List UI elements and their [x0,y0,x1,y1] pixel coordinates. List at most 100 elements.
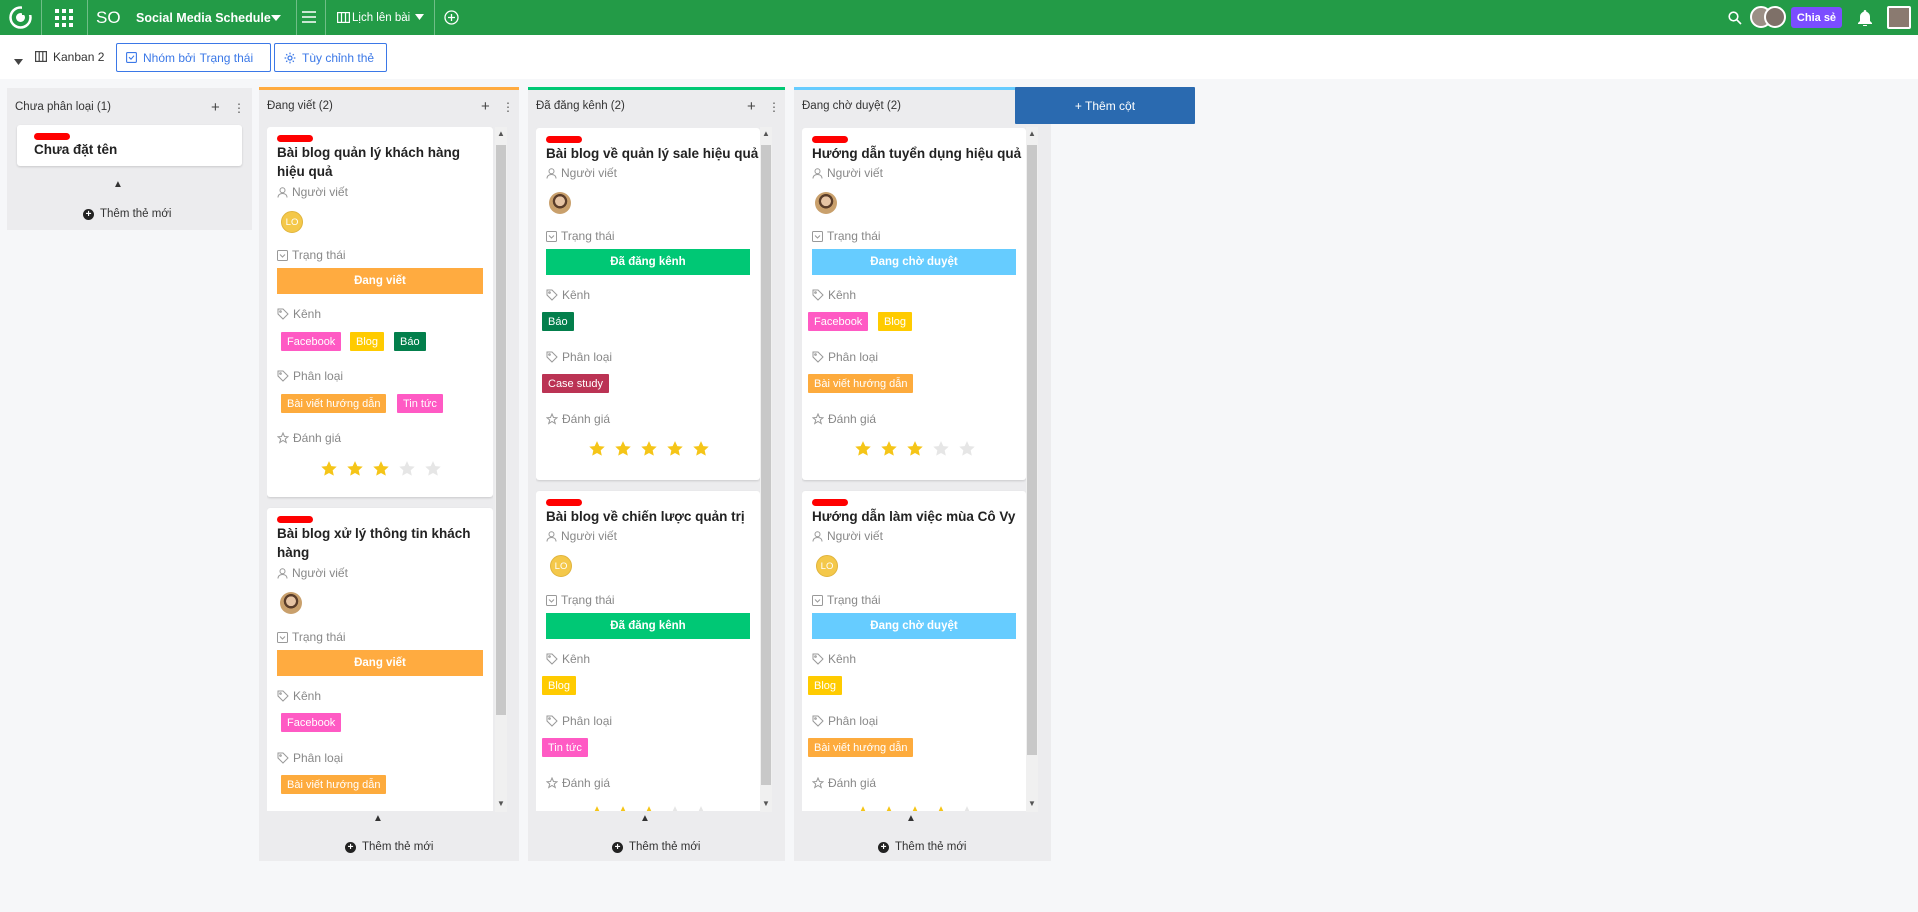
scroll-thumb[interactable] [761,145,771,785]
add-card-icon[interactable]: + [211,99,220,116]
more-options-icon[interactable]: ⋮ [233,101,245,115]
avatar[interactable]: LO [281,211,303,233]
channel-tag: Báo [394,332,426,351]
field-label-writer: Người viết [277,185,348,199]
view-name[interactable]: Kanban 2 [53,50,104,64]
avatar[interactable] [280,592,302,614]
star-empty-icon[interactable] [424,460,442,478]
kanban-card[interactable]: Bài blog quản lý khách hàng hiệu quả Ngư… [267,127,493,497]
chevron-down-icon[interactable] [270,12,282,24]
person-icon [277,567,288,579]
view-dropdown-icon[interactable] [414,12,424,22]
star-filled-icon[interactable] [880,440,898,458]
kanban-card[interactable]: Hướng dẫn tuyển dụng hiệu quả Người viết… [802,128,1026,480]
app-logo[interactable] [9,6,32,29]
add-card-button[interactable]: + Thêm thẻ mới [83,208,171,220]
add-card-label: Thêm thẻ mới [100,208,172,220]
top-bar: SO Social Media Schedule Lịch lên bài Ch… [0,0,1918,35]
star-empty-icon[interactable] [666,805,684,811]
tag-icon [277,370,289,382]
share-button[interactable]: Chia sẻ [1791,7,1842,28]
group-by-button[interactable]: Nhóm bởi Trạng thái [116,43,271,72]
star-filled-icon[interactable] [854,440,872,458]
star-filled-icon[interactable] [932,805,950,811]
star-empty-icon[interactable] [958,805,976,811]
kanban-card[interactable]: Bài blog xử lý thông tin khách hàng Ngườ… [267,508,493,811]
kanban-card[interactable]: Hướng dẫn làm việc mùa Cô Vy Người viết … [802,491,1026,811]
kanban-card[interactable]: Bài blog về quản lý sale hiệu quả Người … [536,128,760,480]
apps-grid-icon[interactable] [52,6,76,30]
card-label-bar [812,499,848,506]
collapse-icon[interactable]: ▲ [113,179,123,190]
add-card-button[interactable]: + Thêm thẻ mới [878,841,966,853]
field-label-channel: Kênh [546,652,590,666]
kanban-card[interactable]: Bài blog về chiến lược quản trị Người vi… [536,491,760,811]
add-card-icon[interactable]: + [747,98,756,115]
star-empty-icon[interactable] [692,805,710,811]
add-column-button[interactable]: + Thêm cột [1015,87,1195,124]
collapse-icon[interactable]: ▲ [906,813,916,824]
collapse-sidebar-icon[interactable] [14,54,23,68]
rating-stars[interactable] [588,440,710,458]
star-empty-icon[interactable] [932,440,950,458]
card-title: Bài blog quản lý khách hàng [277,145,461,160]
add-card-button[interactable]: + Thêm thẻ mới [345,841,433,853]
rating-stars[interactable] [588,805,710,811]
star-filled-icon[interactable] [614,805,632,811]
scroll-thumb[interactable] [496,145,506,715]
star-empty-icon[interactable] [398,460,416,478]
channel-tag: Blog [542,676,577,695]
search-icon[interactable] [1727,10,1743,26]
tab-view-name[interactable]: Lịch lên bài [352,9,410,26]
card-title: Hướng dẫn tuyển dụng hiệu quả [812,146,1022,161]
star-filled-icon[interactable] [614,440,632,458]
more-options-icon[interactable]: ⋮ [768,100,780,114]
bell-icon[interactable] [1857,9,1873,26]
card-label-bar [277,516,313,523]
star-filled-icon[interactable] [666,440,684,458]
avatar[interactable]: LO [550,555,572,577]
user-avatar[interactable] [1887,6,1911,29]
star-filled-icon[interactable] [906,805,924,811]
add-view-icon[interactable] [443,9,459,25]
kanban-column: Đang chờ duyệt (2) Hướng dẫn tuyển dụng … [794,87,1051,861]
star-filled-icon[interactable] [346,460,364,478]
rating-stars[interactable] [320,460,442,478]
rating-stars[interactable] [854,805,976,811]
star-filled-icon[interactable] [880,805,898,811]
scroll-thumb[interactable] [1027,145,1037,755]
avatar[interactable] [549,192,571,214]
star-filled-icon[interactable] [320,460,338,478]
add-card-icon[interactable]: + [481,98,490,115]
collapse-icon[interactable]: ▲ [640,813,650,824]
category-tag: Case study [542,374,610,393]
star-filled-icon[interactable] [692,440,710,458]
collapse-icon[interactable]: ▲ [373,813,383,824]
base-title[interactable]: Social Media Schedule [136,9,271,26]
tag-icon [277,752,289,764]
star-filled-icon[interactable] [640,440,658,458]
base-initials: SO [96,7,121,27]
kanban-card[interactable]: Chưa đặt tên [17,125,242,166]
star-filled-icon[interactable] [372,460,390,478]
star-filled-icon[interactable] [906,440,924,458]
star-filled-icon[interactable] [588,440,606,458]
avatar[interactable] [1764,6,1786,28]
menu-list-icon[interactable] [301,9,317,25]
star-filled-icon[interactable] [854,805,872,811]
customize-card-button[interactable]: Tùy chỉnh thẻ [274,43,387,72]
avatar[interactable]: LO [816,555,838,577]
status-badge: Đang viết [277,268,483,294]
more-options-icon[interactable]: ⋮ [502,100,514,114]
rating-stars[interactable] [854,440,976,458]
star-filled-icon[interactable] [640,805,658,811]
scrollbar[interactable]: ▲ ▼ [495,127,507,812]
avatar[interactable] [815,192,837,214]
add-card-button[interactable]: + Thêm thẻ mới [612,841,700,853]
scrollbar[interactable]: ▲ ▼ [1026,127,1038,812]
star-filled-icon[interactable] [588,805,606,811]
card-label-bar [546,136,582,143]
category-tag: Tin tức [542,738,588,757]
star-empty-icon[interactable] [958,440,976,458]
scrollbar[interactable]: ▲ ▼ [760,127,772,812]
